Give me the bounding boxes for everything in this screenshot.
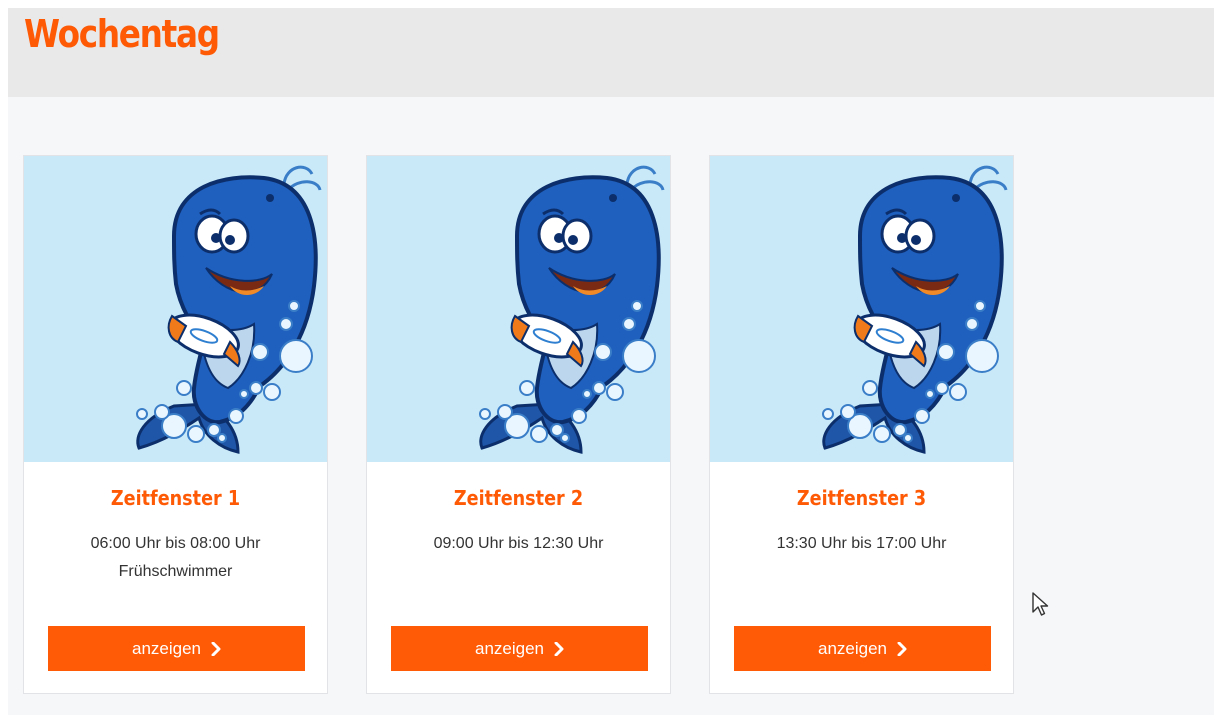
whale-mascot-icon [135, 165, 322, 455]
card-description: Frühschwimmer [118, 563, 233, 580]
chevron-right-icon [211, 641, 221, 656]
card-time-range: 13:30 Uhr bis 17:00 Uhr [776, 535, 947, 552]
show-button[interactable]: anzeigen [391, 626, 648, 671]
whale-mascot-icon [478, 165, 665, 455]
show-button-label: anzeigen [131, 638, 201, 658]
page-header: Wochentag [8, 8, 1214, 97]
card-time-range: 06:00 Uhr bis 08:00 Uhr [90, 535, 261, 552]
page-title: Wochentag [24, 12, 220, 56]
card-image [367, 156, 670, 462]
card-title: Zeitfenster 3 [796, 486, 927, 510]
show-button-label: anzeigen [817, 638, 887, 658]
show-button-label: anzeigen [474, 638, 544, 658]
card-title: Zeitfenster 2 [453, 486, 584, 510]
timeslot-card-1: Zeitfenster 1 06:00 Uhr bis 08:00 Uhr Fr… [23, 155, 328, 694]
card-title: Zeitfenster 1 [110, 486, 241, 510]
card-time-range: 09:00 Uhr bis 12:30 Uhr [433, 535, 604, 552]
whale-mascot-icon [821, 165, 1008, 455]
timeslot-card-3: Zeitfenster 3 13:30 Uhr bis 17:00 Uhr an… [709, 155, 1014, 694]
card-image [24, 156, 327, 462]
show-button[interactable]: anzeigen [734, 626, 991, 671]
show-button[interactable]: anzeigen [48, 626, 305, 671]
timeslot-card-2: Zeitfenster 2 09:00 Uhr bis 12:30 Uhr an… [366, 155, 671, 694]
card-image [710, 156, 1013, 462]
mouse-pointer-icon [1032, 592, 1049, 616]
chevron-right-icon [554, 641, 564, 656]
chevron-right-icon [897, 641, 907, 656]
